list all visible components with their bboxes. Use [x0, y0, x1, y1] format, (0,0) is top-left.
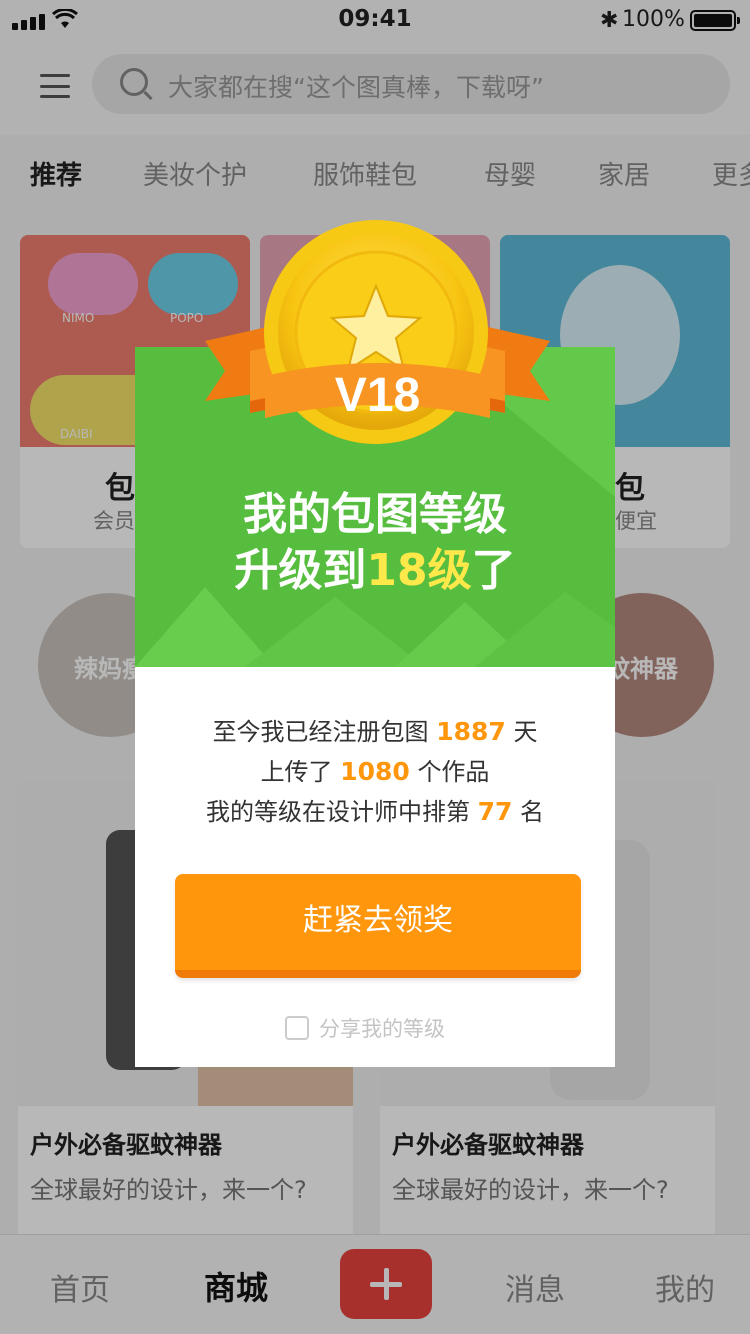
level-highlight: 18级 — [366, 545, 472, 596]
modal-title-line2: 升级到18级了 — [234, 545, 516, 596]
modal-title: 我的包图等级 升级到18级了 — [135, 487, 615, 599]
level-up-modal: 我的包图等级 升级到18级了 至今我已经注册包图 1887 天 上传了 1080… — [135, 347, 615, 1067]
level-medal: V18 — [205, 218, 550, 453]
stat-registered: 至今我已经注册包图 1887 天 — [212, 717, 538, 746]
rank-number: 77 — [477, 797, 513, 826]
stat-uploads: 上传了 1080 个作品 — [260, 757, 490, 786]
claim-reward-button[interactable]: 赶紧去领奖 — [175, 874, 581, 978]
stats-block: 至今我已经注册包图 1887 天 上传了 1080 个作品 我的等级在设计师中排… — [135, 712, 615, 832]
registered-days: 1887 — [436, 717, 506, 746]
share-level-checkbox[interactable]: 分享我的等级 — [285, 1013, 445, 1043]
stat-rank: 我的等级在设计师中排第 77 名 — [205, 797, 545, 826]
share-label: 分享我的等级 — [319, 1017, 445, 1041]
checkbox-icon[interactable] — [285, 1016, 309, 1040]
level-badge: V18 — [334, 369, 421, 422]
uploads-count: 1080 — [340, 757, 410, 786]
modal-title-line1: 我的包图等级 — [243, 489, 507, 540]
